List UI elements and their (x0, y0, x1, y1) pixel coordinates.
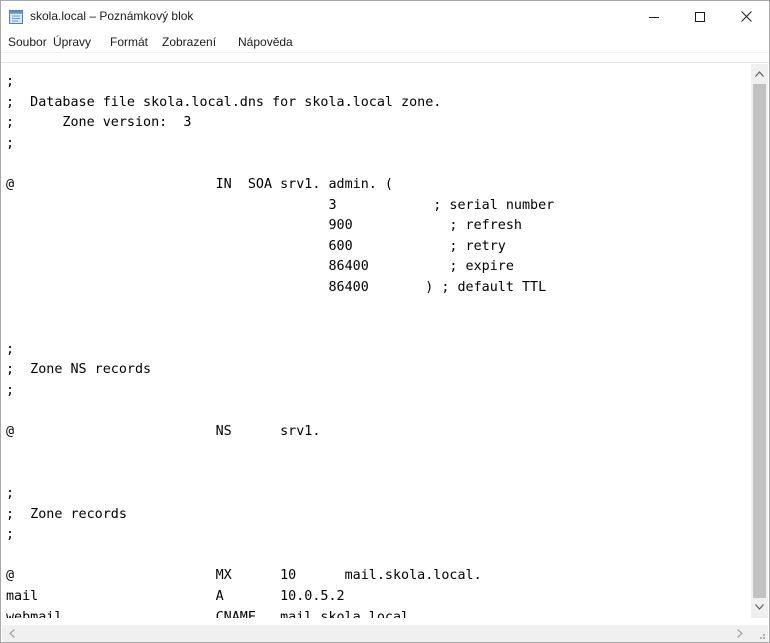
editor-line: ; (6, 341, 15, 357)
editor-line: mail A 10.0.5.2 (6, 589, 345, 604)
editor-line: ; Zone records (6, 506, 127, 522)
scroll-down-icon[interactable] (755, 604, 764, 610)
resize-grip[interactable] (751, 625, 768, 642)
editor-line: 86400 ; expire (6, 259, 514, 275)
menu-zobrazeni[interactable]: Zobrazení (162, 35, 216, 49)
editor-line: ; Zone NS records (6, 362, 152, 378)
scroll-up-icon[interactable] (755, 71, 764, 77)
editor-line: ; (6, 135, 15, 151)
menu-napoveda[interactable]: Nápověda (238, 35, 293, 49)
editor-line: 86400 ) ; default TTL (6, 280, 547, 295)
menu-format[interactable]: Formát (110, 35, 148, 49)
editor-line: ; (6, 74, 15, 89)
close-button[interactable] (723, 1, 769, 32)
scroll-left-icon[interactable] (9, 629, 15, 638)
editor-line: @ NS srv1. (6, 424, 321, 440)
vertical-scroll-thumb[interactable] (753, 84, 766, 598)
editor-line: ; Zone version: 3 (6, 115, 192, 131)
minimize-button[interactable] (631, 1, 677, 32)
editor-line: ; (6, 383, 15, 398)
horizontal-scrollbar[interactable] (2, 625, 751, 642)
editor-border (1, 62, 769, 63)
maximize-icon (695, 11, 705, 22)
editor-line: webmail CNAME mail.skola.local. (6, 609, 418, 618)
menu-soubor[interactable]: Soubor (8, 35, 47, 49)
resize-grip-icon (760, 634, 765, 639)
editor-line: ; (6, 527, 15, 543)
scroll-right-icon[interactable] (737, 629, 743, 638)
editor-line: ; Database file skola.local.dns for skol… (6, 94, 442, 110)
editor-line: 600 ; retry (6, 238, 506, 254)
maximize-button[interactable] (677, 1, 723, 32)
text-editor-area[interactable]: ; ; Database file skola.local.dns for sko… (2, 64, 750, 618)
notepad-icon (9, 9, 23, 24)
editor-line: ; (6, 486, 15, 501)
editor-line: 3 ; serial number (6, 197, 555, 213)
notepad-window: skola.local – Poznámkový blok Soubor Úpr… (0, 0, 770, 643)
window-title: skola.local – Poznámkový blok (30, 9, 194, 23)
editor-line: @ MX 10 mail.skola.local. (6, 568, 482, 584)
menu-upravy[interactable]: Úpravy (53, 35, 91, 49)
editor-line: @ IN SOA srv1. admin. ( (6, 177, 393, 192)
menu-bar: Soubor Úpravy Formát Zobrazení Nápověda (1, 32, 769, 53)
close-icon (740, 11, 752, 22)
title-bar[interactable]: skola.local – Poznámkový blok (1, 1, 769, 32)
editor-line: 900 ; refresh (6, 218, 522, 234)
minimize-icon (649, 16, 659, 18)
